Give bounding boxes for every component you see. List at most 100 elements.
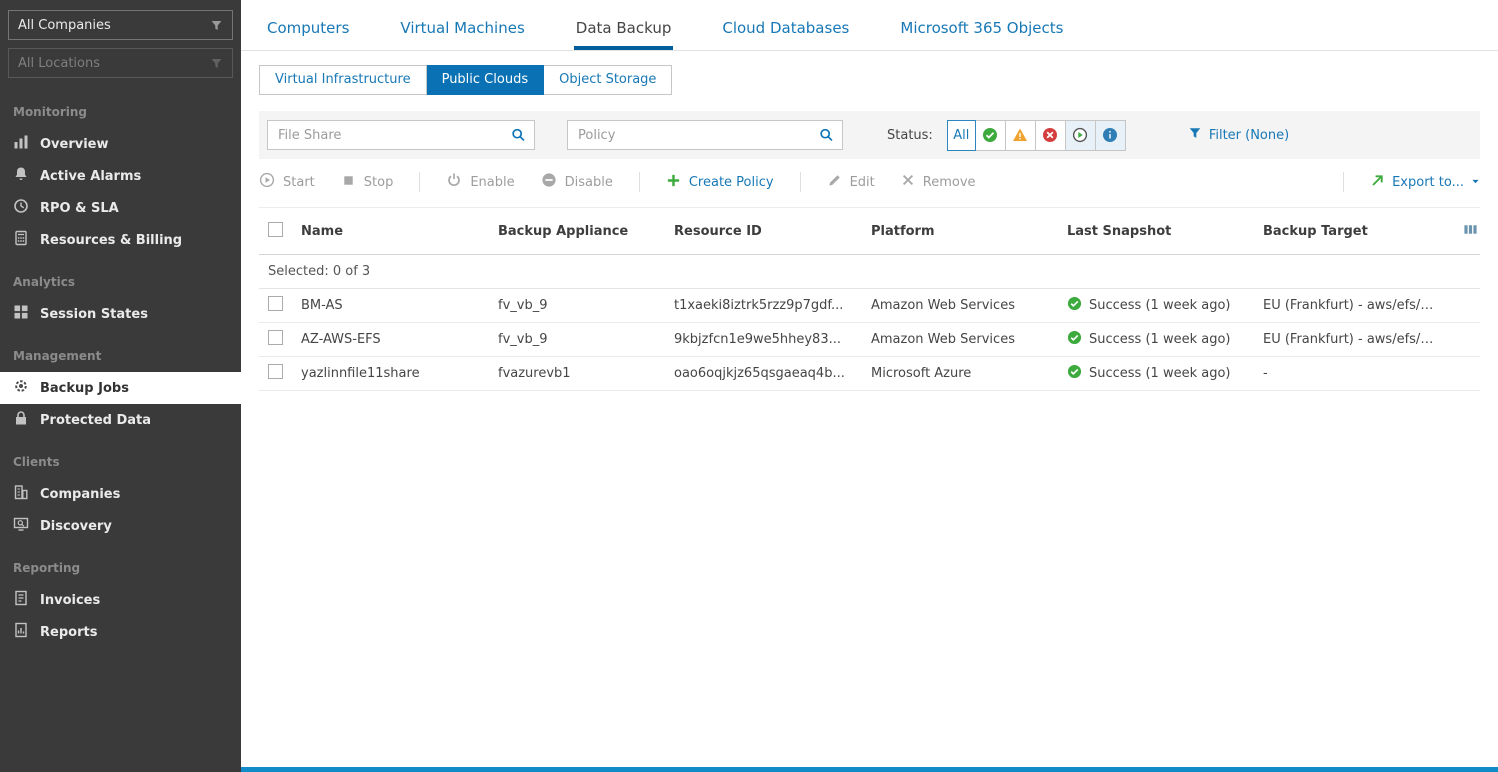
start-label: Start: [283, 175, 315, 190]
remove-button[interactable]: Remove: [901, 173, 976, 191]
section-label-clients: Clients: [0, 436, 241, 478]
sidebar-item-label: Session States: [40, 307, 148, 322]
cell-resource-id: oao6oqjkjz65qsgaeaq4b...: [674, 366, 871, 381]
search-icon[interactable]: [511, 128, 526, 143]
edit-label: Edit: [850, 175, 875, 190]
cell-resource-id: t1xaeki8iztrk5rzz9p7gdf...: [674, 298, 871, 313]
status-filter-all[interactable]: All: [947, 120, 976, 151]
cell-last-snapshot: Success (1 week ago): [1067, 364, 1263, 383]
grid-icon: [13, 304, 29, 324]
row-checkbox[interactable]: [268, 330, 283, 345]
cell-backup-target: EU (Frankfurt) - aws/efs/a...: [1263, 298, 1446, 313]
row-checkbox[interactable]: [268, 296, 283, 311]
sidebar-item-overview[interactable]: Overview: [0, 128, 241, 160]
toolbar-separator: [639, 172, 640, 192]
column-header-name[interactable]: Name: [301, 224, 498, 239]
row-checkbox[interactable]: [268, 364, 283, 379]
section-label-reporting: Reporting: [0, 542, 241, 584]
subtab-public-clouds[interactable]: Public Clouds: [427, 65, 545, 95]
backup-jobs-table: Name Backup Appliance Resource ID Platfo…: [259, 207, 1480, 391]
status-filter-group: All: [947, 120, 1126, 151]
status-filter-warning[interactable]: [1005, 120, 1036, 151]
status-filter-running[interactable]: [1065, 120, 1096, 151]
tab-data-backup[interactable]: Data Backup: [574, 10, 674, 50]
select-all-checkbox[interactable]: [268, 222, 283, 237]
sidebar-item-session-states[interactable]: Session States: [0, 298, 241, 330]
enable-label: Enable: [470, 175, 514, 190]
sidebar-item-label: RPO & SLA: [40, 201, 119, 216]
start-button[interactable]: Start: [259, 172, 315, 192]
cell-name: AZ-AWS-EFS: [301, 332, 498, 347]
success-icon: [1067, 296, 1082, 315]
sidebar-item-invoices[interactable]: Invoices: [0, 584, 241, 616]
cell-last-snapshot: Success (1 week ago): [1067, 296, 1263, 315]
subtab-object-storage[interactable]: Object Storage: [544, 65, 672, 95]
pencil-icon: [827, 173, 842, 192]
stop-button[interactable]: Stop: [341, 173, 394, 192]
location-filter-value: All Locations: [18, 56, 100, 71]
section-label-monitoring: Monitoring: [0, 86, 241, 128]
x-icon: [901, 173, 915, 191]
status-filter-error[interactable]: [1035, 120, 1066, 151]
sidebar-item-resources-billing[interactable]: Resources & Billing: [0, 224, 241, 256]
toolbar-separator: [419, 172, 420, 192]
cell-name: yazlinnfile11share: [301, 366, 498, 381]
filter-bar: Status: All: [259, 111, 1480, 159]
create-policy-button[interactable]: Create Policy: [666, 173, 774, 192]
policy-input[interactable]: [567, 120, 843, 150]
sidebar-item-label: Active Alarms: [40, 169, 141, 184]
status-label: Status:: [887, 128, 933, 143]
sidebar-item-discovery[interactable]: Discovery: [0, 510, 241, 542]
company-filter[interactable]: All Companies: [8, 10, 233, 40]
column-chooser[interactable]: [1446, 222, 1480, 241]
export-button[interactable]: Export to...: [1370, 173, 1480, 192]
main-content: Computers Virtual Machines Data Backup C…: [241, 0, 1498, 772]
plus-icon: [666, 173, 681, 192]
column-header-backup-appliance[interactable]: Backup Appliance: [498, 224, 674, 239]
sidebar-item-active-alarms[interactable]: Active Alarms: [0, 160, 241, 192]
snapshot-text: Success (1 week ago): [1089, 298, 1230, 313]
status-filter-info[interactable]: [1095, 120, 1126, 151]
discovery-icon: [13, 516, 29, 536]
file-share-search: [267, 120, 535, 150]
file-share-input[interactable]: [267, 120, 535, 150]
sidebar-item-companies[interactable]: Companies: [0, 478, 241, 510]
column-header-platform[interactable]: Platform: [871, 224, 1067, 239]
location-filter[interactable]: All Locations: [8, 48, 233, 78]
edit-button[interactable]: Edit: [827, 173, 875, 192]
lock-icon: [13, 410, 29, 430]
tab-virtual-machines[interactable]: Virtual Machines: [398, 10, 526, 50]
gear-icon: [13, 378, 29, 398]
table-row[interactable]: AZ-AWS-EFS fv_vb_9 9kbjzfcn1e9we5hhey83.…: [259, 323, 1480, 357]
bell-icon: [13, 166, 29, 186]
tab-computers[interactable]: Computers: [265, 10, 351, 50]
sidebar-item-label: Discovery: [40, 519, 112, 534]
sidebar-item-label: Resources & Billing: [40, 233, 182, 248]
clock-gauge-icon: [13, 198, 29, 218]
column-header-last-snapshot[interactable]: Last Snapshot: [1067, 224, 1263, 239]
tab-microsoft-365-objects[interactable]: Microsoft 365 Objects: [898, 10, 1065, 50]
billing-icon: [13, 230, 29, 250]
table-row[interactable]: yazlinnfile11share fvazurevb1 oao6oqjkjz…: [259, 357, 1480, 391]
cell-platform: Amazon Web Services: [871, 298, 1067, 313]
sidebar-item-backup-jobs[interactable]: Backup Jobs: [0, 372, 241, 404]
subtab-virtual-infrastructure[interactable]: Virtual Infrastructure: [259, 65, 427, 95]
toolbar: Start Stop Enable Disable Create Policy: [241, 159, 1498, 205]
filter-none-button[interactable]: Filter (None): [1188, 126, 1289, 144]
cell-platform: Microsoft Azure: [871, 366, 1067, 381]
disable-label: Disable: [565, 175, 613, 190]
status-filter-success[interactable]: [975, 120, 1006, 151]
table-row[interactable]: BM-AS fv_vb_9 t1xaeki8iztrk5rzz9p7gdf...…: [259, 289, 1480, 323]
column-header-resource-id[interactable]: Resource ID: [674, 224, 871, 239]
search-icon[interactable]: [819, 128, 834, 143]
remove-label: Remove: [923, 175, 976, 190]
sidebar-item-protected-data[interactable]: Protected Data: [0, 404, 241, 436]
disable-button[interactable]: Disable: [541, 172, 613, 192]
sidebar-item-reports[interactable]: Reports: [0, 616, 241, 648]
policy-search: [567, 120, 843, 150]
sidebar-item-rpo-sla[interactable]: RPO & SLA: [0, 192, 241, 224]
enable-button[interactable]: Enable: [446, 172, 514, 192]
tab-cloud-databases[interactable]: Cloud Databases: [720, 10, 851, 50]
power-icon: [446, 172, 462, 192]
column-header-backup-target[interactable]: Backup Target: [1263, 224, 1446, 239]
